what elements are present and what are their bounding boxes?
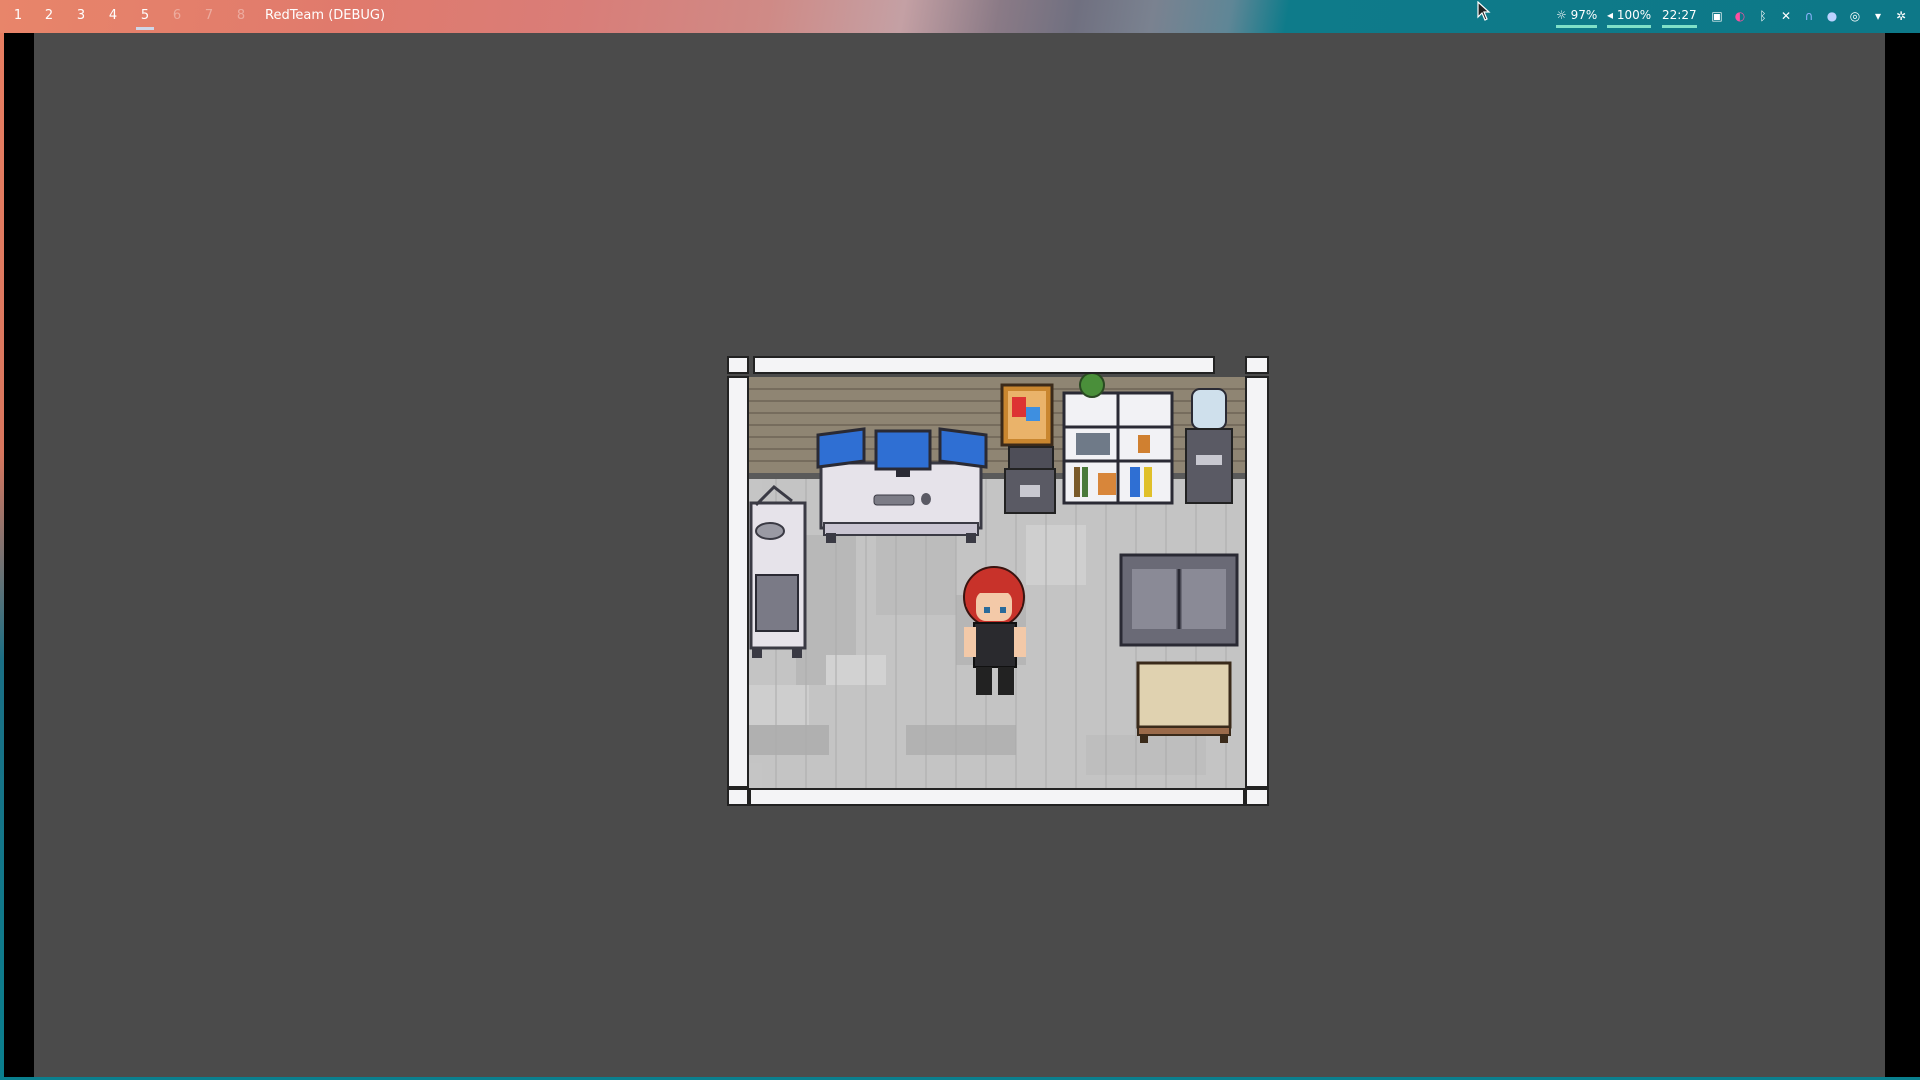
bookshelf xyxy=(1062,372,1174,505)
workspace-1[interactable]: 1 xyxy=(7,0,29,33)
workspace-4[interactable]: 4 xyxy=(102,0,124,33)
bluetooth-icon[interactable]: ᛒ xyxy=(1756,9,1770,23)
printer[interactable] xyxy=(1004,446,1056,514)
window-border-right xyxy=(1886,33,1920,1080)
color-icon[interactable]: ◐ xyxy=(1733,9,1747,23)
screen-icon[interactable]: ▣ xyxy=(1710,9,1724,23)
clock[interactable]: 22:27 xyxy=(1662,8,1697,28)
wall-painting xyxy=(1000,383,1054,447)
headphones-icon[interactable]: ∩ xyxy=(1802,9,1816,23)
volume-bar xyxy=(1607,25,1652,28)
network-icon[interactable]: ◎ xyxy=(1848,9,1862,23)
workspace-7[interactable]: 7 xyxy=(198,0,220,33)
side-cabinet[interactable] xyxy=(749,485,807,658)
window-title: RedTeam (DEBUG) xyxy=(265,8,386,23)
clock-value: 22:27 xyxy=(1662,8,1697,22)
workspace-2[interactable]: 2 xyxy=(38,0,60,33)
wifi-icon[interactable]: ▾ xyxy=(1871,9,1885,23)
game-canvas[interactable] xyxy=(34,33,1885,1077)
brightness-bar xyxy=(1556,25,1598,28)
volume-icon: ◂ xyxy=(1607,8,1614,22)
game-room-scene[interactable] xyxy=(726,355,1271,807)
clock-bar xyxy=(1662,25,1697,28)
volume-indicator[interactable]: ◂ 100% xyxy=(1607,8,1652,28)
workspace-8[interactable]: 8 xyxy=(230,0,252,33)
top-panel: 1 2 3 4 5 6 7 8 RedTeam (DEBUG) ☼ 97% ◂ … xyxy=(0,0,1920,33)
workspace-5[interactable]: 5 xyxy=(134,0,156,33)
workspace-3[interactable]: 3 xyxy=(70,0,92,33)
app-icon[interactable]: ● xyxy=(1825,9,1839,23)
workspace-6[interactable]: 6 xyxy=(166,0,188,33)
coffee-table[interactable] xyxy=(1136,661,1232,743)
volume-value: 100% xyxy=(1616,8,1652,22)
water-cooler[interactable] xyxy=(1185,388,1233,504)
couch[interactable] xyxy=(1119,553,1239,647)
tool-icon[interactable]: ✕ xyxy=(1779,9,1793,23)
brightness-indicator[interactable]: ☼ 97% xyxy=(1556,8,1598,28)
snowflake-icon[interactable]: ✲ xyxy=(1894,9,1908,23)
brightness-value: 97% xyxy=(1570,8,1598,22)
mouse-cursor-icon xyxy=(1477,1,1491,21)
brightness-icon: ☼ xyxy=(1556,8,1567,22)
